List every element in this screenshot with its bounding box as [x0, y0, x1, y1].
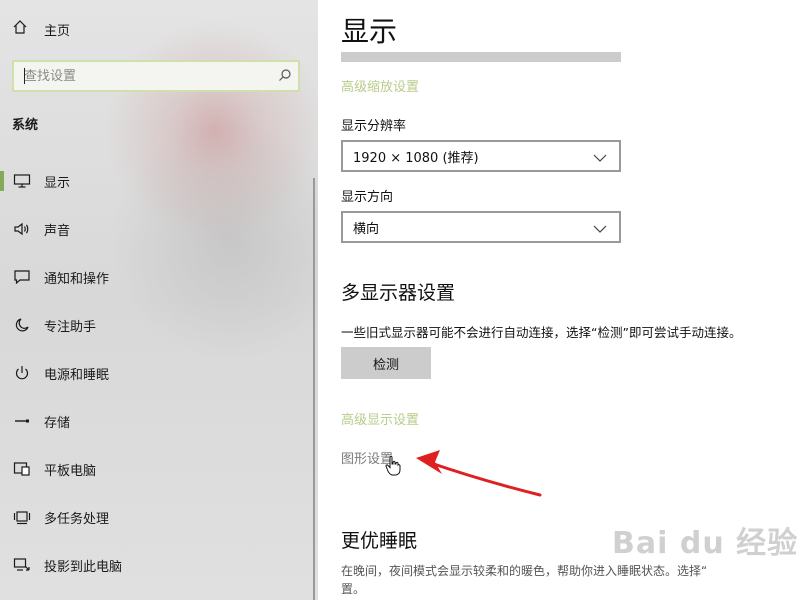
- chevron-down-icon: [593, 147, 607, 166]
- sidebar-item-label: 投影到此电脑: [44, 559, 123, 575]
- sidebar-item-display[interactable]: 显示: [0, 157, 318, 205]
- sidebar-item-focus-assist[interactable]: 专注助手: [0, 301, 318, 349]
- monitor-icon: [12, 171, 32, 191]
- nav-list: 显示 声音 通知和操作 专注助手 电源和睡眠 存储 平板电脑 多任务处理 投影到…: [0, 157, 318, 589]
- sidebar: 主页 系统 显示: [0, 0, 318, 600]
- chevron-down-icon: [593, 218, 607, 237]
- multi-display-description: 一些旧式显示器可能不会进行自动连接，选择“检测”即可尝试手动连接。: [341, 325, 742, 340]
- project-icon: [12, 555, 32, 575]
- main-content: 显示 高级缩放设置 显示分辨率 1920 × 1080 (推荐) 显示方向 横向…: [318, 0, 800, 600]
- brightness-slider-bar[interactable]: [341, 52, 621, 62]
- sidebar-scrollbar[interactable]: [313, 178, 315, 600]
- sleep-description-line1: 在晚间，夜间模式会显示较柔和的暖色，帮助你进入睡眠状态。选择“: [341, 564, 708, 578]
- sidebar-item-power-sleep[interactable]: 电源和睡眠: [0, 349, 318, 397]
- hand-cursor-icon: [385, 455, 401, 476]
- storage-icon: [12, 411, 32, 431]
- sidebar-item-notifications[interactable]: 通知和操作: [0, 253, 318, 301]
- sidebar-item-tablet[interactable]: 平板电脑: [0, 445, 318, 493]
- sidebar-item-multitasking[interactable]: 多任务处理: [0, 493, 318, 541]
- sidebar-item-label: 声音: [44, 223, 71, 239]
- advanced-scaling-link[interactable]: 高级缩放设置: [341, 76, 419, 95]
- resolution-dropdown[interactable]: 1920 × 1080 (推荐): [341, 140, 621, 172]
- notification-icon: [12, 267, 32, 287]
- page-title: 显示: [341, 15, 398, 48]
- sidebar-item-label: 平板电脑: [44, 463, 97, 479]
- resolution-value: 1920 × 1080 (推荐): [353, 150, 479, 166]
- power-icon: [12, 363, 32, 383]
- tablet-icon: [12, 459, 32, 479]
- advanced-display-link[interactable]: 高级显示设置: [341, 409, 419, 428]
- search-input[interactable]: [24, 68, 278, 84]
- sidebar-item-storage[interactable]: 存储: [0, 397, 318, 445]
- sidebar-item-label: 存储: [44, 415, 71, 431]
- search-icon[interactable]: [278, 67, 292, 86]
- sidebar-item-label: 通知和操作: [44, 271, 110, 287]
- red-arrow-annotation: [416, 450, 542, 497]
- orientation-value: 横向: [353, 221, 380, 237]
- sidebar-item-label: 电源和睡眠: [44, 367, 110, 383]
- sleep-description-line2: 置。: [341, 582, 366, 596]
- search-box[interactable]: [12, 60, 300, 92]
- sidebar-item-sound[interactable]: 声音: [0, 205, 318, 253]
- sleep-heading: 更优睡眠: [341, 530, 418, 552]
- home-icon: [12, 19, 28, 39]
- multi-display-heading: 多显示器设置: [341, 282, 456, 304]
- sidebar-item-project-to-pc[interactable]: 投影到此电脑: [0, 541, 318, 589]
- baidu-watermark: Bai du 经验: [612, 526, 799, 561]
- nav-home[interactable]: 主页: [12, 18, 70, 40]
- multitask-icon: [12, 507, 32, 527]
- sidebar-item-label: 显示: [44, 175, 71, 191]
- resolution-label: 显示分辨率: [341, 119, 407, 134]
- sidebar-item-label: 专注助手: [44, 319, 97, 335]
- moon-icon: [12, 315, 32, 335]
- detect-button[interactable]: 检测: [341, 347, 431, 379]
- speaker-icon: [12, 219, 32, 239]
- orientation-dropdown[interactable]: 横向: [341, 211, 621, 243]
- orientation-label: 显示方向: [341, 190, 394, 205]
- text-caret: [24, 68, 25, 84]
- section-title: 系统: [12, 118, 39, 133]
- sidebar-item-label: 多任务处理: [44, 511, 110, 527]
- home-label: 主页: [44, 23, 71, 39]
